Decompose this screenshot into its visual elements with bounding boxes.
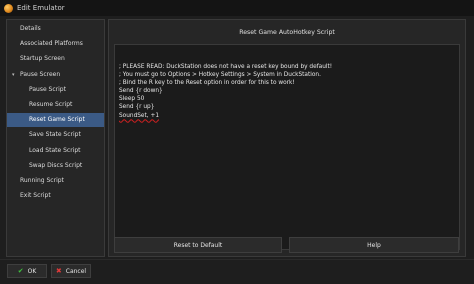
sidebar-item-label: Associated Platforms — [20, 40, 83, 48]
sidebar-item[interactable]: Reset Game Script — [7, 113, 104, 128]
script-editor[interactable]: ; PLEASE READ: DuckStation does not have… — [114, 44, 460, 250]
chevron-down-icon[interactable]: ▾ — [12, 68, 15, 82]
sidebar: Details Associated Platforms Startup Scree… — [6, 19, 105, 257]
sidebar-item-label: Exit Script — [20, 192, 51, 200]
app-icon — [4, 3, 13, 13]
sidebar-item-label: Load State Script — [29, 146, 81, 154]
reset-to-default-label: Reset to Default — [173, 241, 223, 249]
sidebar-item-label: Reset Game Script — [29, 116, 85, 124]
script-line: Send {r down} — [119, 88, 163, 95]
help-label: Help — [367, 241, 381, 249]
sidebar-item-label: Details — [20, 25, 41, 32]
sidebar-item-label: Pause Screen — [20, 70, 61, 78]
sidebar-item[interactable]: Details — [7, 22, 104, 36]
checkmark-icon: ✔ — [17, 267, 24, 275]
script-line: Send {r up} — [119, 104, 155, 111]
sidebar-item[interactable]: Exit Script — [7, 189, 104, 203]
title-bar: Edit Emulator — [0, 0, 474, 16]
sidebar-item[interactable]: ▾ Pause Screen — [7, 68, 104, 82]
reset-to-default-button[interactable]: Reset to Default — [114, 237, 282, 253]
sidebar-item[interactable]: Startup Screen — [7, 52, 104, 66]
cancel-button[interactable]: ✖ Cancel — [51, 264, 91, 278]
panel-header: Reset Game AutoHotkey Script — [239, 29, 335, 36]
sidebar-item-label: Swap Discs Script — [29, 161, 83, 169]
ok-label: OK — [27, 267, 37, 275]
sidebar-item[interactable]: Pause Script — [7, 83, 104, 97]
ok-button[interactable]: ✔ OK — [7, 264, 47, 278]
script-line: SoundSet, +1 — [119, 112, 160, 119]
window-title: Edit Emulator — [17, 4, 65, 12]
sidebar-item-label: Resume Script — [29, 101, 73, 108]
sidebar-item[interactable]: Resume Script — [7, 98, 104, 112]
script-panel: Reset Game AutoHotkey Script ; PLEASE RE… — [108, 19, 466, 257]
sidebar-item[interactable]: Save State Script — [7, 128, 104, 142]
footer-divider — [0, 259, 474, 260]
cancel-label: Cancel — [65, 267, 87, 275]
script-line: ; Bind the R key to the Reset option in … — [119, 80, 295, 87]
sidebar-item[interactable]: Swap Discs Script — [7, 159, 104, 173]
sidebar-item-label: Running Script — [20, 177, 64, 184]
close-icon: ✖ — [55, 267, 62, 275]
sidebar-item-label: Pause Script — [29, 85, 66, 93]
sidebar-item[interactable]: Associated Platforms — [7, 37, 104, 51]
help-button[interactable]: Help — [289, 237, 459, 253]
sidebar-item-label: Startup Screen — [20, 55, 65, 63]
script-line: ; PLEASE READ: DuckStation does not have… — [119, 64, 333, 70]
sidebar-item[interactable]: Running Script — [7, 174, 104, 188]
script-line: ; You must go to Options > Hotkey Settin… — [119, 72, 321, 79]
script-line: Sleep 50 — [119, 96, 145, 103]
sidebar-item[interactable]: Load State Script — [7, 144, 104, 158]
sidebar-item-label: Save State Script — [29, 131, 81, 139]
